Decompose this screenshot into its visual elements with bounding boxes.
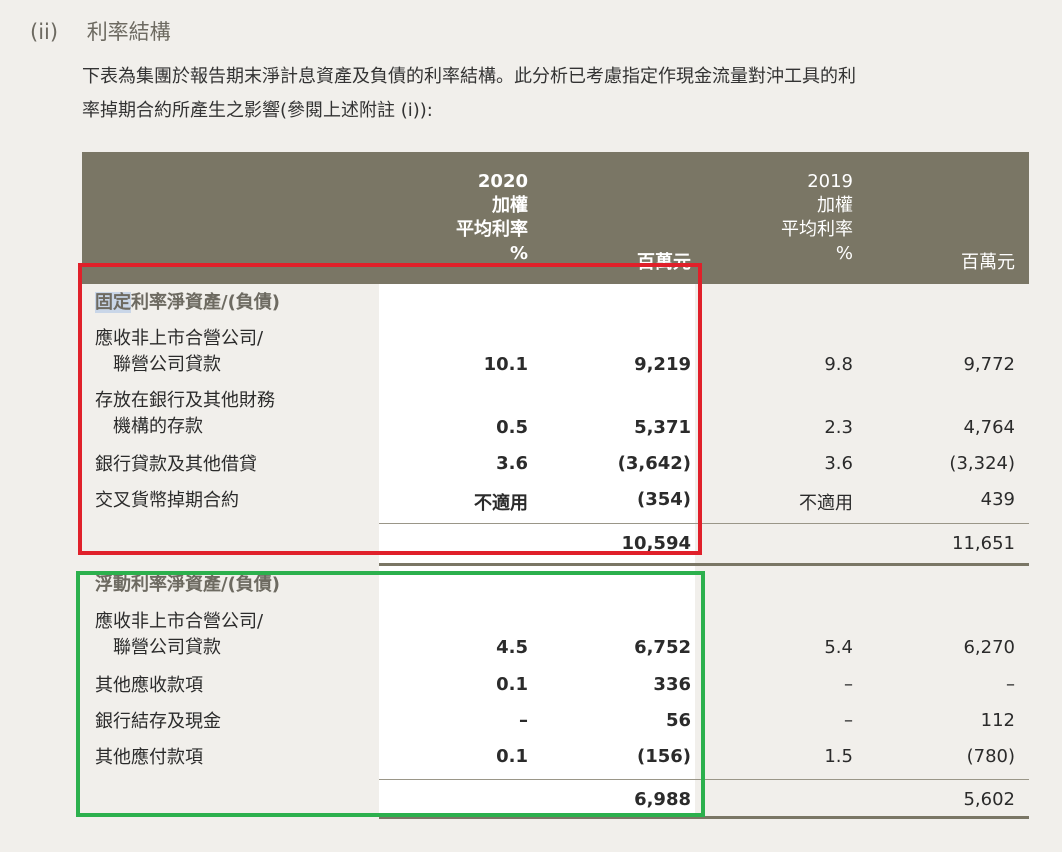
intro-line-1: 下表為集團於報告期末淨計息資產及負債的利率結構。此分析已考慮指定作現金流量對沖工… [82,66,856,87]
intro-paragraph: 下表為集團於報告期末淨計息資產及負債的利率結構。此分析已考慮指定作現金流量對沖工… [82,60,1042,128]
section-number: (ii) [30,20,59,44]
header-2019-rate: 2019 加權 平均利率 % [781,171,853,264]
fixed-rate-highlight-box [78,263,702,555]
section-title: 利率結構 [86,20,171,44]
section-heading: (ii) 利率結構 [30,16,171,46]
floating-rate-highlight-box [76,571,705,817]
total-rule [379,563,1029,566]
intro-line-2: 率掉期合約所產生之影響(參閱上述附註 (i)): [82,100,433,121]
header-2019-unit: 百萬元 [961,252,1015,273]
header-2020-rate: 2020 加權 平均利率 % [456,171,528,264]
